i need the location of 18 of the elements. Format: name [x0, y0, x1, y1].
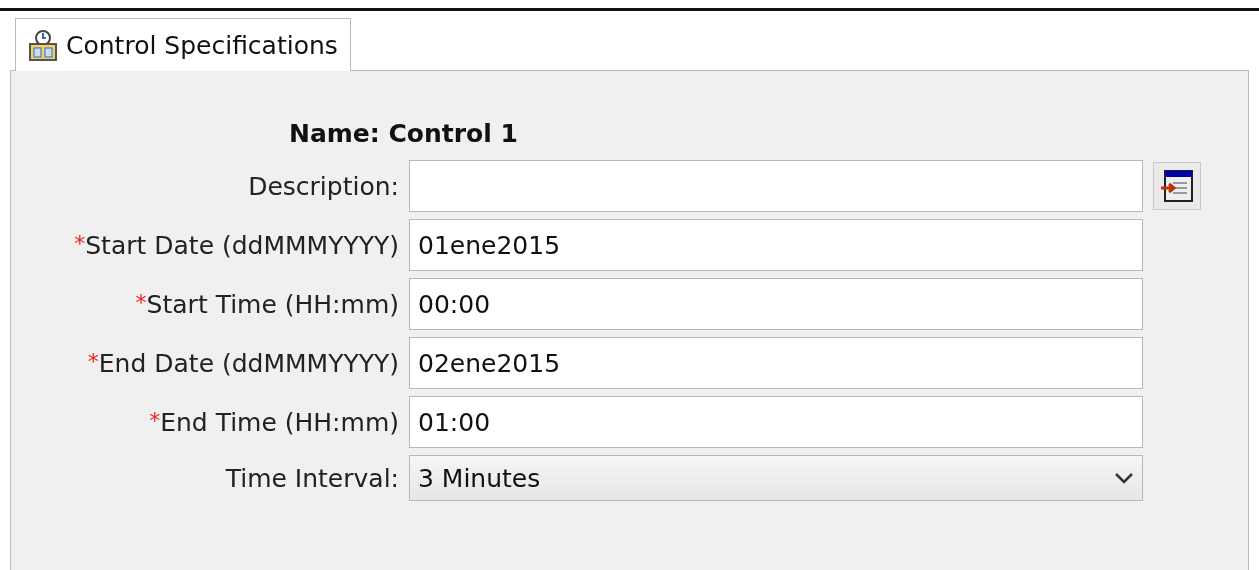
input-field[interactable]: 00:00: [409, 278, 1143, 330]
input-field[interactable]: 01:00: [409, 396, 1143, 448]
field-label: *End Date (ddMMMYYYY): [86, 348, 399, 378]
field-label: *End Time (HH:mm): [148, 407, 399, 437]
import-icon: [1159, 168, 1195, 204]
chevron-down-icon: [1114, 472, 1134, 484]
interval-dropdown[interactable]: 3 Minutes: [409, 455, 1143, 501]
import-button[interactable]: [1153, 162, 1201, 210]
tab[interactable]: Control Specifications: [15, 18, 351, 71]
description-field[interactable]: [409, 160, 1143, 212]
field-label: *Start Time (HH:mm): [134, 289, 399, 319]
name-label: Name: Control 1: [288, 119, 519, 150]
clock-calendar-icon: [28, 29, 58, 61]
input-field[interactable]: 01ene2015: [409, 219, 1143, 271]
input-field[interactable]: 02ene2015: [409, 337, 1143, 389]
field-label: *Start Date (ddMMMYYYY): [73, 230, 399, 260]
field-label: Time Interval:: [224, 463, 399, 493]
field-label: Description:: [247, 171, 399, 201]
